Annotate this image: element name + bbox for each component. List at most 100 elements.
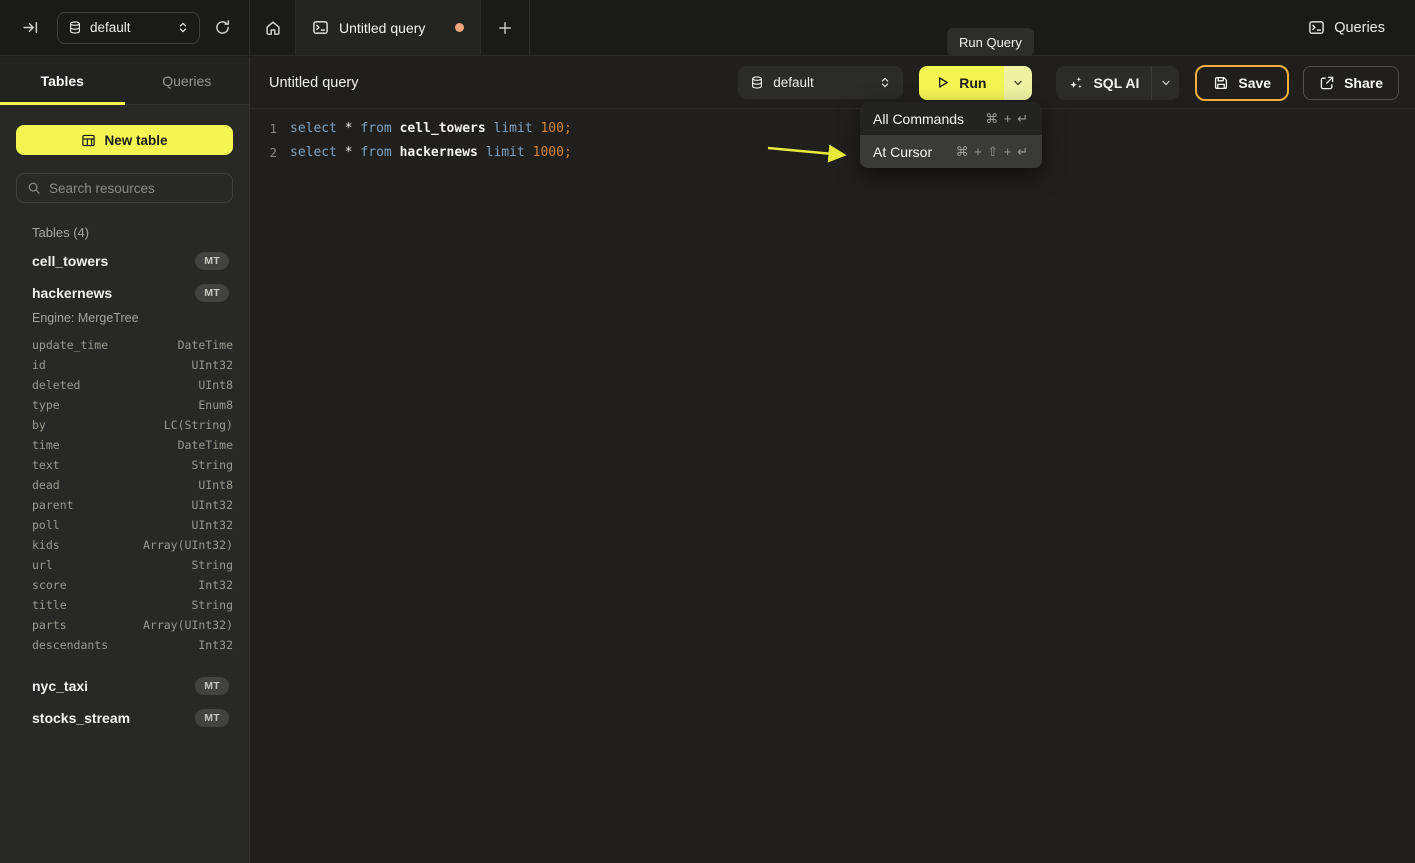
table-item-hackernews[interactable]: hackernewsMT xyxy=(16,278,233,308)
column-name: text xyxy=(32,458,60,472)
code-line: 2select * from hackernews limit 1000; xyxy=(251,140,1415,164)
column-name: deleted xyxy=(32,378,80,392)
tab-strip: Untitled query xyxy=(250,0,1308,55)
column-name: poll xyxy=(32,518,60,532)
run-query-tooltip: Run Query xyxy=(947,28,1034,56)
sql-ai-caret[interactable] xyxy=(1151,66,1179,100)
sql-token: limit xyxy=(494,121,541,136)
new-table-label: New table xyxy=(104,133,167,148)
column-type: UInt32 xyxy=(191,518,233,532)
column-type: UInt32 xyxy=(191,498,233,512)
sql-token: select xyxy=(290,121,345,136)
column-row: deadUInt8 xyxy=(16,475,233,495)
sql-token: 100 xyxy=(540,121,563,136)
tab-untitled-query[interactable]: Untitled query xyxy=(296,0,481,55)
sql-ai-button[interactable]: SQL AI xyxy=(1056,66,1151,100)
save-floppy-icon xyxy=(1213,75,1229,91)
search-resources-input[interactable] xyxy=(49,181,222,196)
search-box xyxy=(16,173,233,203)
column-type: Array(UInt32) xyxy=(143,618,233,632)
toolbar-database-value: default xyxy=(773,75,870,90)
line-number: 2 xyxy=(251,145,277,160)
column-row: scoreInt32 xyxy=(16,575,233,595)
column-row: descendants Int32 xyxy=(16,635,233,655)
table-engine-label: Engine: MergeTree xyxy=(16,308,233,329)
column-type: Int32 xyxy=(198,638,233,652)
column-name: title xyxy=(32,598,67,612)
sql-editor[interactable]: 1select * from cell_towers limit 100;2se… xyxy=(251,109,1415,164)
sql-token: 1000 xyxy=(533,145,564,160)
sql-token: ; xyxy=(564,145,572,160)
menu-item-label: All Commands xyxy=(873,111,964,127)
run-options-menu: All Commands⌘ + ↵At Cursor⌘ + ⇧ + ↵ xyxy=(860,102,1042,168)
sql-ai-button-group: SQL AI xyxy=(1056,66,1179,100)
run-options-caret[interactable] xyxy=(1004,66,1032,100)
menu-item-label: At Cursor xyxy=(873,144,932,160)
sidebar-content: New table Tables (4) cell_towersMThacker… xyxy=(0,105,249,733)
column-row: url String xyxy=(16,555,233,575)
column-row: title String xyxy=(16,595,233,615)
code-text: select * from cell_towers limit 100; xyxy=(290,121,572,136)
topbar-database-value: default xyxy=(90,20,169,35)
new-table-button[interactable]: New table xyxy=(16,125,233,155)
table-grid-icon xyxy=(81,133,96,148)
column-type: String xyxy=(191,598,233,612)
save-button[interactable]: Save xyxy=(1195,65,1289,101)
plus-icon xyxy=(497,20,513,36)
column-name: parent xyxy=(32,498,74,512)
column-row: time DateTime xyxy=(16,435,233,455)
engine-badge: MT xyxy=(195,677,229,695)
columns-list: update_timeDateTimeidUInt32deletedUInt8t… xyxy=(16,329,233,659)
new-tab-button[interactable] xyxy=(481,0,530,55)
table-item-cell_towers[interactable]: cell_towersMT xyxy=(16,246,233,276)
column-name: type xyxy=(32,398,60,412)
column-name: descendants xyxy=(32,638,108,652)
play-icon xyxy=(935,75,950,90)
sidebar-tab-tables[interactable]: Tables xyxy=(0,57,125,104)
line-number: 1 xyxy=(251,121,277,136)
table-name: nyc_taxi xyxy=(32,678,88,694)
toolbar-database-selector[interactable]: default xyxy=(738,66,903,99)
save-button-label: Save xyxy=(1238,75,1271,91)
engine-badge: MT xyxy=(195,252,229,270)
select-updown-icon xyxy=(177,21,189,34)
sql-token: ; xyxy=(564,121,572,136)
column-name: time xyxy=(32,438,60,452)
database-icon xyxy=(68,20,82,35)
column-type: String xyxy=(191,558,233,572)
topbar-database-selector[interactable]: default xyxy=(57,12,200,44)
home-tab-button[interactable] xyxy=(250,0,296,55)
column-type: LC(String) xyxy=(164,418,233,432)
sidebar: Tables Queries New table Tables (4) cell… xyxy=(0,57,250,863)
unsaved-changes-dot xyxy=(455,23,464,32)
column-row: kidsArray(UInt32) xyxy=(16,535,233,555)
column-name: url xyxy=(32,558,53,572)
top-bar: default xyxy=(0,0,1415,56)
tab-label: Untitled query xyxy=(339,20,445,36)
column-name: update_time xyxy=(32,338,108,352)
table-item-nyc_taxi[interactable]: nyc_taxi MT xyxy=(16,671,233,701)
run-button[interactable]: Run xyxy=(919,66,1004,100)
tables-section-header: Tables (4) xyxy=(32,225,233,240)
toolbar-controls: default Run xyxy=(738,65,1399,101)
column-type: String xyxy=(191,458,233,472)
table-item-stocks_stream[interactable]: stocks_streamMT xyxy=(16,703,233,733)
share-button[interactable]: Share xyxy=(1303,66,1399,100)
menu-item-all-commands[interactable]: All Commands⌘ + ↵ xyxy=(860,102,1042,135)
column-row: byLC(String) xyxy=(16,415,233,435)
queries-button[interactable]: Queries xyxy=(1308,19,1385,36)
share-icon xyxy=(1319,75,1335,91)
column-type: DateTime xyxy=(178,438,233,452)
engine-badge: MT xyxy=(195,709,229,727)
collapse-sidebar-button[interactable] xyxy=(18,15,43,40)
sql-token: from xyxy=(360,145,399,160)
refresh-button[interactable] xyxy=(210,15,235,40)
code-line: 1 select * from cell_towers limit 100; xyxy=(251,116,1415,140)
topbar-left-section: default xyxy=(0,0,250,55)
tables-list: cell_towersMThackernewsMTEngine: MergeTr… xyxy=(16,246,233,733)
sql-token: cell_towers xyxy=(400,121,494,136)
column-row: parent UInt32 xyxy=(16,495,233,515)
sidebar-tab-queries[interactable]: Queries xyxy=(125,57,250,104)
column-type: Array(UInt32) xyxy=(143,538,233,552)
menu-item-at-cursor[interactable]: At Cursor⌘ + ⇧ + ↵ xyxy=(860,135,1042,168)
